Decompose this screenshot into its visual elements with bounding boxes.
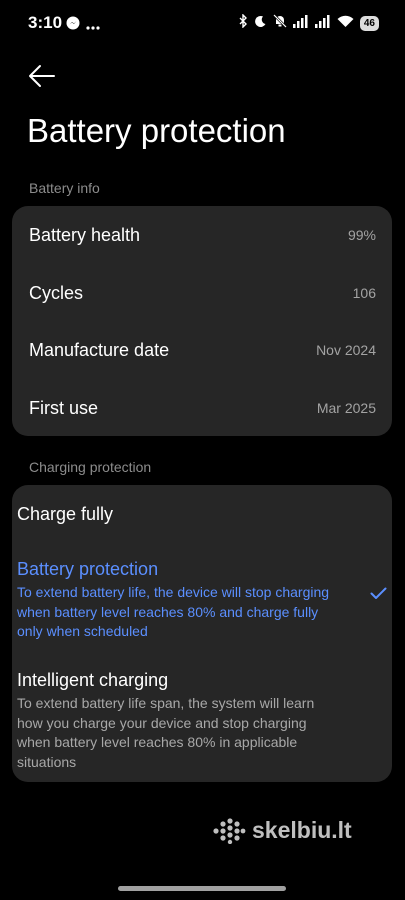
info-value: 99% (347, 227, 376, 243)
info-row-battery-health[interactable]: Battery health 99% (29, 223, 376, 247)
info-label: Manufacture date (29, 339, 170, 360)
home-indicator[interactable] (118, 886, 286, 891)
info-label: First use (29, 397, 99, 418)
section-label-charging-protection: Charging protection (29, 459, 152, 475)
status-time: 3:10 (28, 13, 63, 32)
messenger-icon (66, 16, 80, 35)
battery-indicator: 46 (359, 16, 379, 31)
more-icon (86, 17, 100, 35)
watermark: skelbiu.lt (212, 817, 352, 844)
option-description: To extend battery life, the device will … (17, 584, 330, 639)
info-row-cycles[interactable]: Cycles 106 (29, 281, 376, 305)
info-value: Nov 2024 (316, 342, 376, 358)
checkmark-icon (370, 587, 387, 605)
info-value: 106 (352, 285, 376, 301)
signal-icon (314, 14, 331, 33)
page-title: Battery protection (27, 112, 286, 149)
option-charge-fully[interactable]: Charge fully (17, 504, 357, 525)
section-label-battery-info: Battery info (29, 180, 100, 196)
watermark-logo-icon (213, 817, 246, 844)
info-row-manufacture-date[interactable]: Manufacture date Nov 2024 (29, 338, 376, 362)
option-title: Intelligent charging (17, 670, 169, 690)
arrow-left-icon (29, 65, 55, 87)
notifications-off-icon (272, 14, 287, 33)
bluetooth-icon (238, 13, 248, 33)
option-description: To extend battery life span, the system … (17, 695, 315, 770)
status-bar: 3:10 46 (0, 0, 405, 48)
info-label: Cycles (29, 282, 84, 303)
info-label: Battery health (29, 224, 141, 245)
back-button[interactable] (28, 64, 56, 88)
info-row-first-use[interactable]: First use Mar 2025 (29, 396, 376, 420)
info-value: Mar 2025 (316, 400, 376, 416)
watermark-text: skelbiu.lt (252, 817, 352, 843)
battery-info-card: Battery health 99% Cycles 106 Manufactur… (12, 206, 392, 436)
wifi-icon (337, 15, 354, 33)
option-title: Charge fully (17, 504, 114, 524)
option-title: Battery protection (17, 559, 159, 579)
signal-icon (292, 14, 309, 33)
option-intelligent-charging[interactable]: Intelligent charging To extend battery l… (17, 670, 327, 772)
moon-icon (254, 15, 267, 33)
option-battery-protection[interactable]: Battery protection To extend battery lif… (17, 559, 335, 642)
